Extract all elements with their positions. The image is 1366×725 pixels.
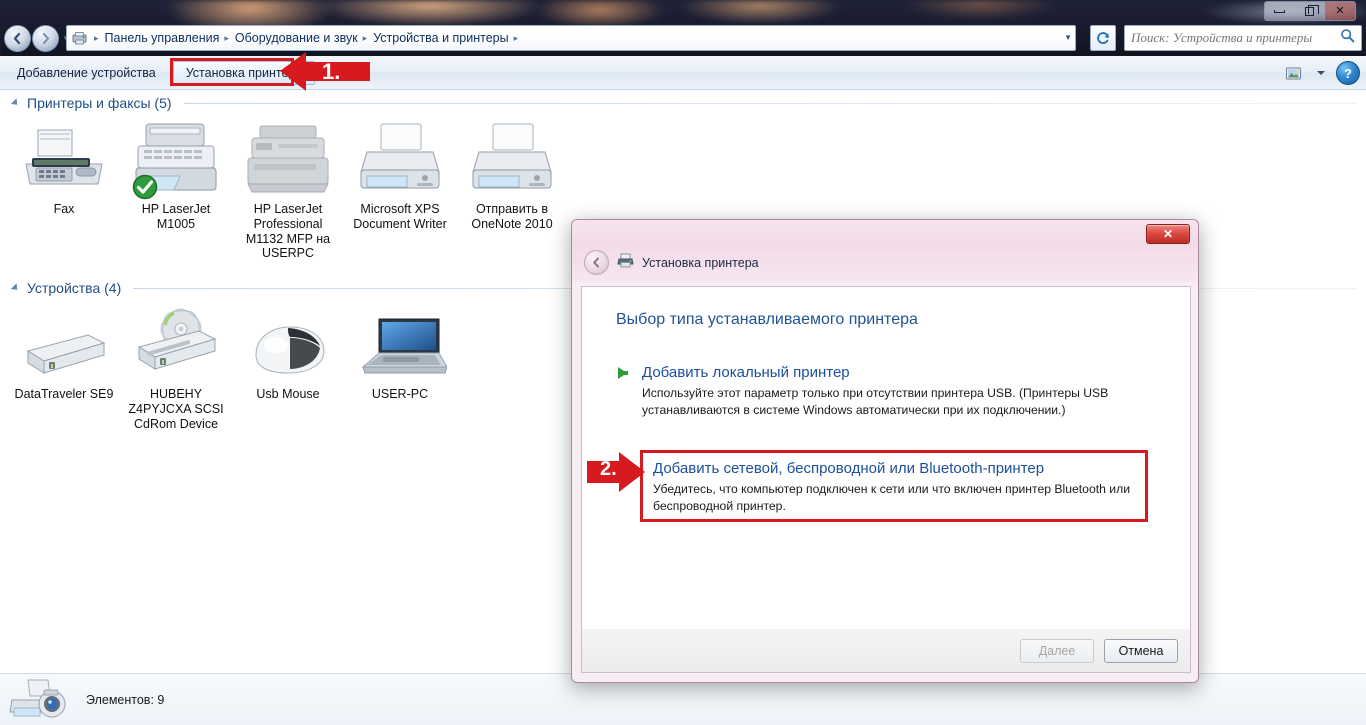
breadcrumb-separator: ▸	[513, 32, 519, 43]
cdrom-drive-icon	[129, 308, 223, 381]
dialog-printer-icon	[617, 253, 634, 273]
device-item-fax[interactable]: Fax	[8, 116, 120, 217]
device-item-usb-mouse[interactable]: Usb Mouse	[232, 301, 344, 402]
add-device-button[interactable]: Добавление устройства	[4, 61, 169, 85]
address-bar: ▼ ▸ Панель управления ▸ Оборудование и з…	[0, 22, 1366, 56]
fax-icon	[18, 124, 110, 196]
group-divider	[183, 102, 1356, 104]
back-button[interactable]	[4, 25, 31, 52]
dialog-close-button[interactable]: ✕	[1146, 224, 1190, 244]
network-multifunction-printer-icon	[238, 124, 338, 196]
dialog-back-button[interactable]	[584, 250, 609, 275]
status-item-count: Элементов: 9	[86, 692, 165, 707]
close-button[interactable]: ✕	[1325, 2, 1355, 20]
breadcrumb-separator: ▸	[224, 32, 229, 43]
device-label: USER-PC	[371, 387, 429, 401]
device-item-user-pc[interactable]: USER-PC	[344, 301, 456, 402]
dialog-heading: Выбор типа устанавливаемого принтера	[616, 311, 918, 328]
chevron-down-icon[interactable]	[1308, 61, 1334, 85]
device-label: DataTraveler SE9	[14, 387, 114, 401]
forward-button[interactable]	[32, 25, 59, 52]
device-label: Fax	[53, 202, 75, 216]
collapse-triangle-icon[interactable]	[10, 98, 21, 108]
window-titlebar: ✕	[0, 0, 1366, 22]
status-preview-icon	[8, 674, 74, 725]
group-title-printers: Принтеры и факсы (5)	[27, 95, 172, 111]
printer-icon	[355, 123, 445, 196]
option-description: Используйте этот параметр только при отс…	[642, 385, 1109, 417]
next-button[interactable]: Далее	[1020, 638, 1094, 663]
option-title: Добавить локальный принтер	[642, 364, 850, 381]
help-icon[interactable]: ?	[1336, 61, 1360, 85]
restore-button[interactable]	[1295, 2, 1325, 20]
cancel-button[interactable]: Отмена	[1104, 638, 1178, 663]
option-title: Добавить сетевой, беспроводной или Bluet…	[653, 460, 1045, 477]
group-title-devices: Устройства (4)	[27, 280, 122, 296]
local-printer-option[interactable]: Добавить локальный принтер Используйте э…	[608, 355, 1172, 427]
printer-icon	[467, 123, 557, 196]
refresh-button[interactable]	[1090, 25, 1116, 51]
minimize-button[interactable]	[1265, 2, 1295, 20]
device-label: HP LaserJet M1005	[141, 202, 211, 231]
device-label: Отправить в OneNote 2010	[471, 202, 553, 231]
device-item-send-to-onenote[interactable]: Отправить в OneNote 2010	[456, 116, 568, 232]
navigation-buttons: ▼	[4, 25, 72, 52]
breadcrumb[interactable]: ▸ Панель управления ▸ Оборудование и зву…	[66, 25, 1076, 51]
breadcrumb-separator: ▸	[362, 32, 368, 43]
dialog-titlebar: ✕ Установка принтера	[572, 220, 1198, 282]
annotation-number-1: 1.	[322, 59, 341, 84]
command-toolbar: Добавление устройства Установка принтера…	[0, 56, 1366, 90]
option-description: Убедитесь, что компьютер подключен к сет…	[653, 481, 1131, 513]
search-box[interactable]	[1124, 25, 1362, 51]
breadcrumb-item-control-panel[interactable]: Панель управления	[102, 31, 223, 45]
dialog-title: Установка принтера	[642, 255, 759, 270]
breadcrumb-item-hardware-and-sound[interactable]: Оборудование и звук	[232, 31, 361, 45]
window-controls: ✕	[1264, 1, 1356, 21]
network-printer-option-inner: Добавить сетевой, беспроводной или Bluet…	[643, 453, 1145, 515]
collapse-triangle-icon[interactable]	[10, 283, 21, 293]
device-item-hp-laserjet-m1005[interactable]: HP LaserJet M1005	[120, 116, 232, 232]
change-view-icon[interactable]	[1280, 61, 1306, 85]
multifunction-printer-icon	[128, 123, 224, 200]
toolbar-right-group: ?	[1280, 61, 1360, 85]
device-item-hp-laserjet-m1132[interactable]: HP LaserJet Professional M1132 MFP на US…	[232, 116, 344, 261]
breadcrumb-item-devices-and-printers[interactable]: Устройства и принтеры	[370, 31, 511, 45]
group-header-printers[interactable]: Принтеры и факсы (5)	[0, 90, 1366, 116]
search-input[interactable]	[1131, 30, 1340, 46]
network-printer-option[interactable]: Добавить сетевой, беспроводной или Bluet…	[640, 450, 1148, 522]
device-item-datatraveler[interactable]: DataTraveler SE9	[8, 301, 120, 402]
breadcrumb-dropdown-icon[interactable]: ▼	[1064, 33, 1072, 42]
control-panel-icon	[70, 30, 89, 47]
device-label: Microsoft XPS Document Writer	[353, 202, 447, 231]
device-label: HP LaserJet Professional M1132 MFP на US…	[245, 202, 331, 261]
laptop-icon	[353, 309, 447, 381]
breadcrumb-separator: ▸	[94, 32, 99, 43]
device-item-cdrom[interactable]: HUBEHY Z4PYJCXA SCSI CdRom Device	[120, 301, 232, 431]
external-drive-icon	[18, 309, 110, 381]
dialog-footer: Далее Отмена	[581, 629, 1191, 673]
dialog-nav: Установка принтера	[584, 250, 759, 275]
device-label: Usb Mouse	[256, 387, 320, 401]
annotation-number-2: 2.	[600, 458, 617, 480]
device-item-xps-document-writer[interactable]: Microsoft XPS Document Writer	[344, 116, 456, 232]
green-arrow-icon	[618, 367, 628, 379]
device-label: HUBEHY Z4PYJCXA SCSI CdRom Device	[128, 387, 224, 431]
search-icon	[1340, 28, 1355, 48]
mouse-icon	[242, 309, 334, 381]
